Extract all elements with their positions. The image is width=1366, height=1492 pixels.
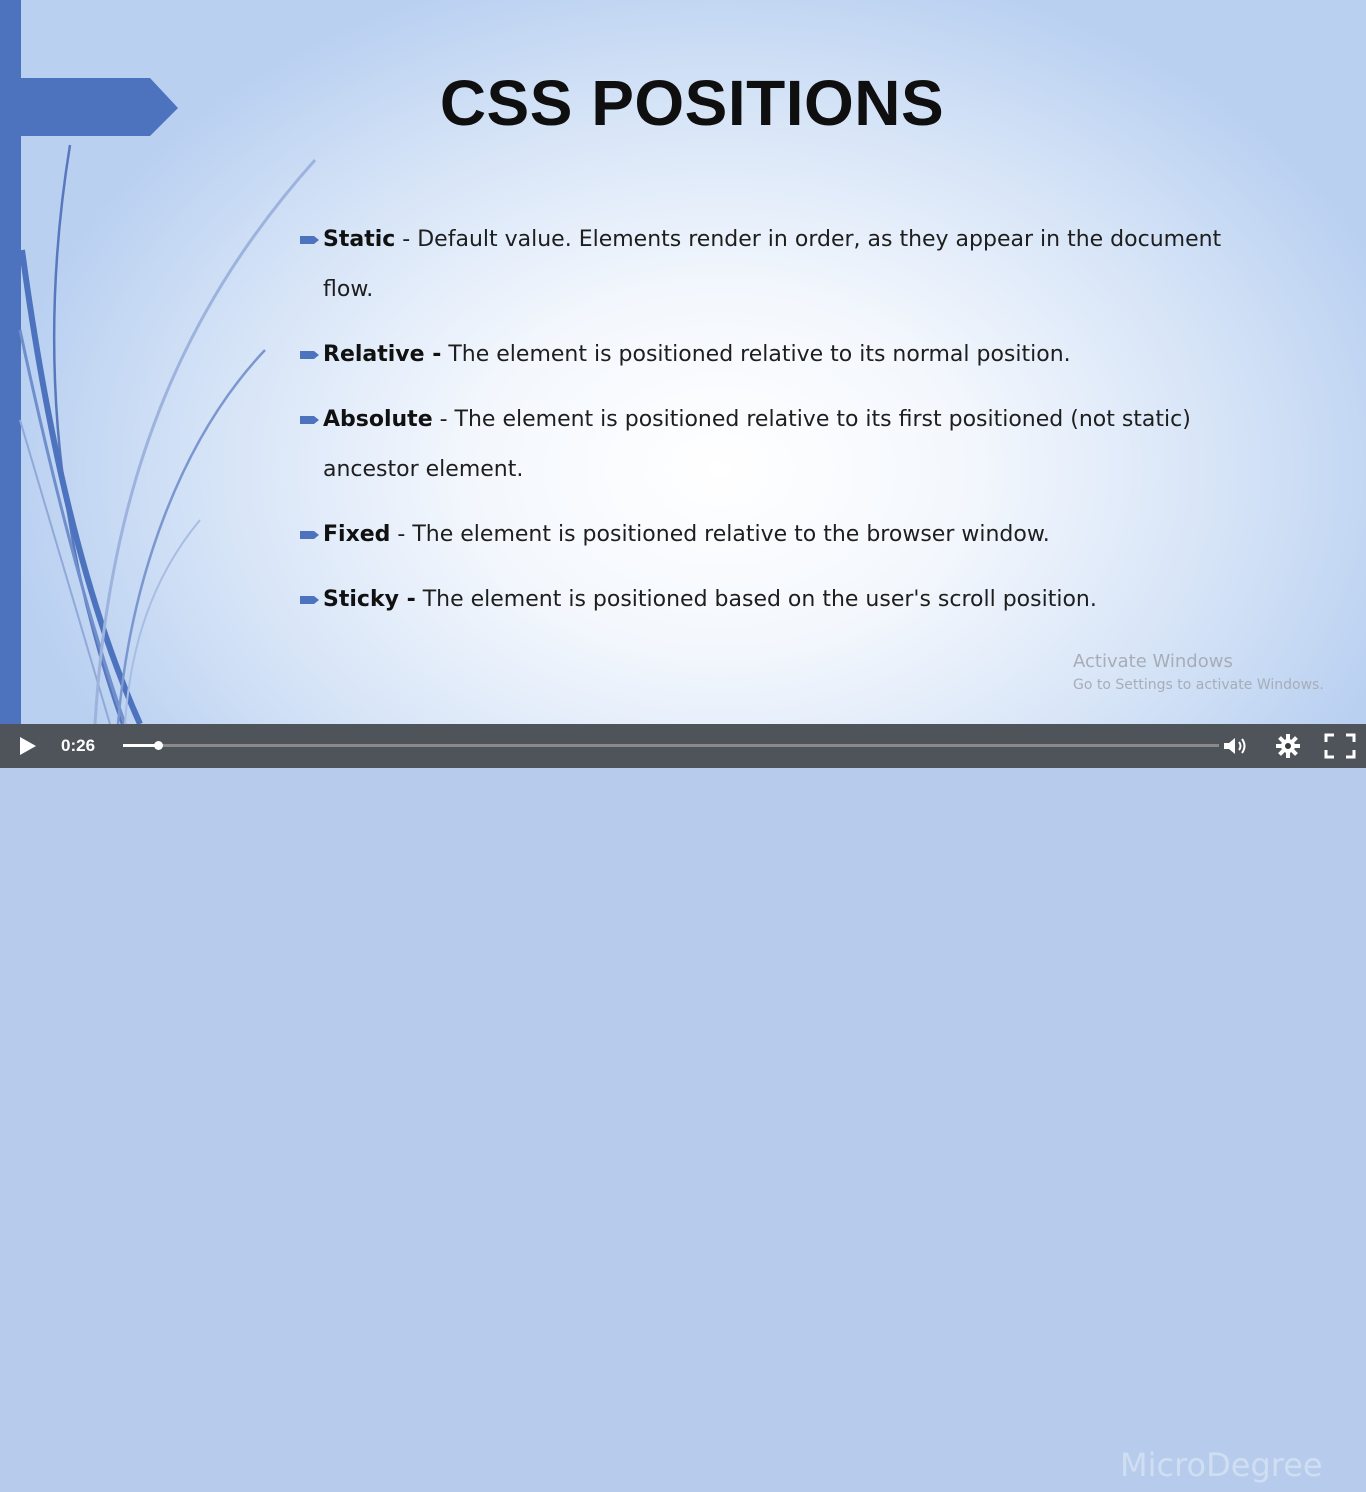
fullscreen-icon — [1324, 733, 1356, 759]
bullet-term: Absolute — [323, 407, 433, 432]
bullet-sticky: Sticky - The element is positioned based… — [300, 575, 1260, 625]
slide-title: CSS POSITIONS — [439, 67, 945, 139]
bullet-text: The element is positioned relative to it… — [441, 342, 1071, 367]
presentation-slide: CSS POSITIONS Static - Default value. El… — [0, 0, 1366, 724]
arrow-bullet-icon — [300, 236, 319, 244]
bullet-text: - The element is positioned relative to … — [390, 522, 1050, 547]
play-icon — [20, 737, 36, 755]
bullet-term: Sticky - — [323, 587, 416, 612]
bullet-term: Fixed — [323, 522, 391, 547]
bullet-static: Static - Default value. Elements render … — [300, 215, 1260, 315]
arrow-bullet-icon — [300, 351, 319, 359]
video-controls-bar: 0:26 MicroDegree — [0, 724, 1366, 1482]
volume-button[interactable] — [1221, 734, 1251, 758]
progress-bar[interactable] — [123, 741, 1219, 750]
activate-windows-title: Activate Windows — [1073, 651, 1233, 672]
fullscreen-button[interactable] — [1324, 733, 1356, 759]
play-button[interactable] — [14, 734, 40, 758]
bullet-fixed: Fixed - The element is positioned relati… — [300, 510, 1260, 560]
arrow-bullet-icon — [300, 416, 319, 424]
progress-fill — [123, 744, 158, 747]
bullet-text: - The element is positioned relative to … — [323, 407, 1191, 482]
bullet-text: - Default value. Elements render in orde… — [323, 227, 1222, 302]
bullet-text: The element is positioned based on the u… — [415, 587, 1097, 612]
bullet-absolute: Absolute - The element is positioned rel… — [300, 395, 1260, 495]
arrow-bullet-icon — [300, 596, 319, 604]
brand-watermark: MicroDegree — [1120, 1448, 1323, 1484]
bullet-list: Static - Default value. Elements render … — [300, 215, 1260, 640]
progress-thumb[interactable] — [154, 741, 163, 750]
bullet-term: Static — [323, 227, 396, 252]
bullet-term: Relative - — [323, 342, 442, 367]
bullet-relative: Relative - The element is positioned rel… — [300, 330, 1260, 380]
settings-button[interactable] — [1275, 733, 1301, 759]
activate-windows-notice: Activate Windows Go to Settings to activ… — [1073, 650, 1324, 696]
gear-icon — [1276, 734, 1300, 758]
volume-icon — [1224, 738, 1246, 754]
activate-windows-subtitle: Go to Settings to activate Windows. — [1073, 677, 1324, 693]
arrow-bullet-icon — [300, 531, 319, 539]
current-time: 0:26 — [61, 736, 96, 755]
